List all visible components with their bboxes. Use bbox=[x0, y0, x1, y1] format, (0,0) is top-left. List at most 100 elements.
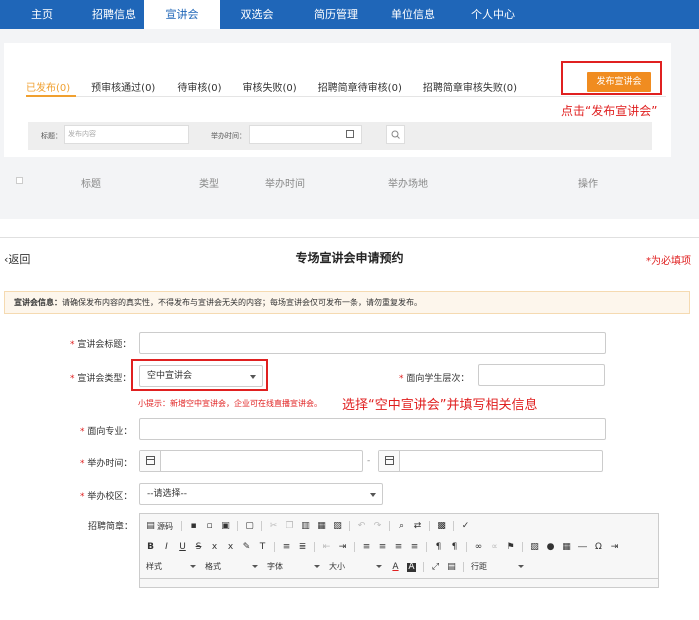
student-level-input[interactable] bbox=[478, 364, 605, 386]
chevron-down-icon bbox=[314, 565, 320, 568]
anchor-icon[interactable]: ⚑ bbox=[506, 542, 515, 552]
size-select[interactable]: 大小 bbox=[329, 561, 385, 573]
filter-time-input[interactable] bbox=[249, 125, 362, 144]
text-color-icon[interactable]: A bbox=[391, 562, 400, 572]
print-icon[interactable]: ▣ bbox=[221, 521, 230, 531]
table-header: 标题 类型 举办时间 举办场地 操作 bbox=[0, 175, 699, 197]
nav-item-resume[interactable]: 简历管理 bbox=[294, 0, 378, 29]
special-char-icon[interactable]: Ω bbox=[594, 542, 603, 552]
filter-bar: 标题： 发布内容 举办时间： bbox=[28, 122, 652, 150]
highlight-box-publish bbox=[561, 61, 662, 95]
clear-format-icon[interactable]: T bbox=[258, 542, 267, 552]
editor-toolbar-row-2: B I U S x x ✎ T ≡ ≣ ⇤ ⇥ ≡ ≡ ≡ ≡ ¶ ¶ ∞ ∝ … bbox=[146, 540, 626, 554]
source-button[interactable]: 源码 bbox=[157, 521, 173, 532]
strikethrough-icon[interactable]: S bbox=[194, 542, 203, 552]
align-left-icon[interactable]: ≡ bbox=[362, 542, 371, 552]
status-tabs: 已发布(0) 预审核通过(0) 待审核(0) 审核失败(0) 招聘简章待审核(0… bbox=[26, 79, 517, 94]
notice-banner: 宣讲会信息：请确保发布内容的真实性，不得发布与宣讲会无关的内容；每场宣讲会仅可发… bbox=[4, 291, 690, 314]
bold-icon[interactable]: B bbox=[146, 542, 155, 552]
bullet-list-icon[interactable]: ≣ bbox=[298, 542, 307, 552]
align-center-icon[interactable]: ≡ bbox=[378, 542, 387, 552]
line-height-select[interactable]: 行距 bbox=[471, 561, 527, 573]
paste-text-icon[interactable]: ▦ bbox=[317, 521, 326, 531]
template-icon[interactable]: ▢ bbox=[245, 521, 254, 531]
nav-item-home[interactable]: 主页 bbox=[0, 0, 84, 29]
undo-icon[interactable]: ↶ bbox=[357, 521, 366, 531]
replace-icon[interactable]: ⇄ bbox=[413, 521, 422, 531]
ltr-icon[interactable]: ¶ bbox=[434, 542, 443, 552]
page-break-icon[interactable]: ⇥ bbox=[610, 542, 619, 552]
save-icon[interactable]: ▪ bbox=[189, 521, 198, 531]
tab-pre-approved[interactable]: 预审核通过(0) bbox=[91, 79, 155, 94]
preview-icon[interactable]: ▫ bbox=[205, 521, 214, 531]
filter-title-label: 标题： bbox=[41, 132, 62, 140]
outdent-icon[interactable]: ⇤ bbox=[322, 542, 331, 552]
redo-icon[interactable]: ↷ bbox=[373, 521, 382, 531]
indent-icon[interactable]: ⇥ bbox=[338, 542, 347, 552]
filter-title-input[interactable]: 发布内容 bbox=[64, 125, 189, 144]
copy-icon[interactable]: ❐ bbox=[285, 521, 294, 531]
align-justify-icon[interactable]: ≡ bbox=[410, 542, 419, 552]
column-title: 标题 bbox=[81, 179, 101, 190]
column-venue: 举办场地 bbox=[388, 179, 428, 190]
show-blocks-icon[interactable]: ▤ bbox=[447, 562, 456, 572]
horizontal-rule-icon[interactable]: ― bbox=[578, 542, 587, 552]
table-icon[interactable]: ▦ bbox=[562, 542, 571, 552]
spellcheck-icon[interactable]: ✓ bbox=[461, 521, 470, 531]
search-icon bbox=[391, 130, 400, 139]
major-input[interactable] bbox=[139, 418, 606, 440]
rich-text-editor: ▤ 源码 ▪ ▫ ▣ ▢ ✂ ❐ ▥ ▦ ▧ ↶ ↷ ⌕ ⇄ ▩ ✓ B I U … bbox=[139, 513, 659, 588]
format-select[interactable]: 格式 bbox=[205, 561, 261, 573]
cut-icon[interactable]: ✂ bbox=[269, 521, 278, 531]
image-icon[interactable]: ▨ bbox=[530, 542, 539, 552]
format-painter-icon[interactable]: ✎ bbox=[242, 542, 251, 552]
tab-brochure-failed[interactable]: 招聘简章审核失败(0) bbox=[423, 79, 517, 94]
align-right-icon[interactable]: ≡ bbox=[394, 542, 403, 552]
maximize-icon[interactable]: ⤢ bbox=[431, 562, 440, 572]
tab-failed[interactable]: 审核失败(0) bbox=[243, 79, 297, 94]
superscript-icon[interactable]: x bbox=[226, 542, 235, 552]
bg-color-icon[interactable]: A bbox=[407, 562, 416, 572]
select-all-checkbox[interactable] bbox=[16, 177, 23, 184]
unlink-icon[interactable]: ∝ bbox=[490, 542, 499, 552]
chevron-down-icon bbox=[190, 565, 196, 568]
italic-icon[interactable]: I bbox=[162, 542, 171, 552]
form-title: 专场宣讲会申请预约 bbox=[295, 251, 404, 265]
link-icon[interactable]: ∞ bbox=[474, 542, 483, 552]
start-time-input[interactable] bbox=[139, 450, 363, 472]
time-separator: - bbox=[367, 456, 371, 466]
source-icon[interactable]: ▤ bbox=[146, 521, 155, 531]
notice-text: 请确保发布内容的真实性，不得发布与宣讲会无关的内容；每场宣讲会仅可发布一条，请勿… bbox=[62, 298, 422, 307]
rtl-icon[interactable]: ¶ bbox=[450, 542, 459, 552]
filter-time-label: 举办时间： bbox=[211, 132, 246, 140]
campus-label: * 举办校区： bbox=[80, 492, 133, 502]
tab-brochure-pending[interactable]: 招聘简章待审核(0) bbox=[318, 79, 402, 94]
nav-item-profile[interactable]: 个人中心 bbox=[448, 0, 538, 29]
seminar-title-input[interactable] bbox=[139, 332, 606, 354]
filter-search-button[interactable] bbox=[386, 125, 405, 144]
ordered-list-icon[interactable]: ≡ bbox=[282, 542, 291, 552]
font-select[interactable]: 字体 bbox=[267, 561, 323, 573]
find-icon[interactable]: ⌕ bbox=[397, 521, 406, 531]
select-all-icon[interactable]: ▩ bbox=[437, 521, 446, 531]
editor-content-area[interactable] bbox=[140, 578, 658, 579]
style-select[interactable]: 样式 bbox=[146, 561, 199, 573]
tab-published[interactable]: 已发布(0) bbox=[26, 79, 70, 94]
time-label: * 举办时间： bbox=[80, 459, 133, 469]
nav-item-seminar[interactable]: 宣讲会 bbox=[144, 0, 220, 29]
nav-item-jobs[interactable]: 招聘信息 bbox=[84, 0, 144, 29]
top-nav: 主页 招聘信息 宣讲会 双选会 简历管理 单位信息 个人中心 bbox=[0, 0, 699, 29]
campus-select[interactable]: --请选择-- bbox=[139, 483, 383, 505]
paste-word-icon[interactable]: ▧ bbox=[333, 521, 342, 531]
flash-icon[interactable]: ● bbox=[546, 542, 555, 552]
tab-pending[interactable]: 待审核(0) bbox=[177, 79, 221, 94]
end-time-input[interactable] bbox=[378, 450, 603, 472]
calendar-icon bbox=[346, 130, 354, 138]
nav-item-job-fair[interactable]: 双选会 bbox=[220, 0, 294, 29]
editor-toolbar-row-3: 样式 格式 字体 大小 A A ⤢ ▤ 行距 bbox=[146, 560, 533, 574]
subscript-icon[interactable]: x bbox=[210, 542, 219, 552]
nav-item-company[interactable]: 单位信息 bbox=[378, 0, 448, 29]
underline-icon[interactable]: U bbox=[178, 542, 187, 552]
major-label: * 面向专业： bbox=[80, 427, 133, 437]
paste-icon[interactable]: ▥ bbox=[301, 521, 310, 531]
